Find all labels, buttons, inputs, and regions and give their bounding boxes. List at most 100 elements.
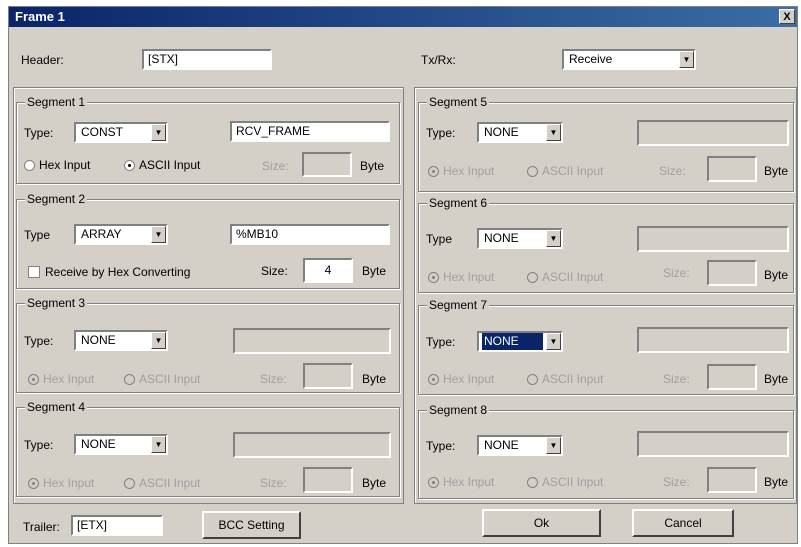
segment-7-type-select[interactable]: NONE ▼ [477,331,563,352]
segment-8-value-input [637,431,789,457]
hex-input-label: Hex Input [443,164,495,178]
size-label: Size: [663,372,690,386]
size-label: Size: [260,476,287,490]
segment-5-type-value: NONE [484,125,519,139]
segment-8-ascii-radio: ASCII Input [527,475,603,489]
radio-selected-icon [28,373,39,385]
type-label: Type: [24,438,54,452]
segment-3-value-input [233,328,391,354]
radio-selected-icon [428,373,439,385]
segment-5-type-select[interactable]: NONE ▼ [477,122,563,143]
segment-7-title: Segment 7 [427,298,490,312]
segment-8-size-input [707,467,757,493]
trailer-label: Trailer: [23,520,60,534]
byte-label: Byte [764,475,789,489]
chevron-down-icon[interactable]: ▼ [546,333,561,350]
byte-label: Byte [764,372,789,386]
radio-icon [124,477,135,489]
hex-input-label: Hex Input [43,372,95,386]
segment-1-type-value: CONST [81,125,123,139]
type-label: Type [426,232,453,246]
checkbox-icon [28,266,40,278]
segment-6-type-select[interactable]: NONE ▼ [477,228,563,249]
frame-dialog: Frame 1 X Header: [STX] Tx/Rx: Receive ▼… [8,6,798,544]
segment-8-type-select[interactable]: NONE ▼ [477,435,563,456]
segment-7-size-input [707,364,757,390]
radio-icon [527,271,538,283]
segment-1-size-input [302,152,352,177]
chevron-down-icon[interactable]: ▼ [679,51,694,68]
segment-1-value-input[interactable]: RCV_FRAME [230,121,390,142]
segment-1-type-select[interactable]: CONST ▼ [74,122,168,143]
chevron-down-icon[interactable]: ▼ [151,436,166,453]
segment-2-group: Segment 2 Type ARRAY ▼ %MB10 Receive by … [16,192,400,289]
byte-label: Byte [764,268,789,282]
chevron-down-icon[interactable]: ▼ [151,226,166,243]
radio-selected-icon [428,165,439,177]
segment-3-ascii-radio: ASCII Input [124,372,200,386]
ascii-input-label: ASCII Input [542,475,604,489]
radio-selected-icon [124,159,135,171]
segment-7-type-value: NONE [482,333,543,350]
ascii-input-label: ASCII Input [139,476,201,490]
segment-1-group: Segment 1 Type: CONST ▼ RCV_FRAME Hex In… [16,95,400,184]
segment-2-type-select[interactable]: ARRAY ▼ [74,224,168,245]
header-input[interactable]: [STX] [142,49,272,70]
chevron-down-icon[interactable]: ▼ [151,124,166,141]
segment-1-hex-radio[interactable]: Hex Input [24,158,90,172]
hex-input-label: Hex Input [443,475,495,489]
size-label: Size: [260,372,287,386]
segment-2-title: Segment 2 [25,192,88,206]
segment-4-value-input [233,432,391,458]
segment-3-group: Segment 3 Type: NONE ▼ Hex Input ASCII I… [16,296,400,393]
chevron-down-icon[interactable]: ▼ [546,124,561,141]
segment-7-hex-radio: Hex Input [428,372,494,386]
cancel-button[interactable]: Cancel [632,509,734,537]
segment-1-title: Segment 1 [25,95,88,109]
segment-4-ascii-radio: ASCII Input [124,476,200,490]
radio-selected-icon [428,271,439,283]
segment-6-hex-radio: Hex Input [428,270,494,284]
segment-5-ascii-radio: ASCII Input [527,164,603,178]
radio-icon [124,373,135,385]
byte-label: Byte [362,372,387,386]
window-title: Frame 1 [15,9,65,24]
segment-5-title: Segment 5 [427,95,490,109]
radio-icon [527,373,538,385]
size-label: Size: [659,164,686,178]
chevron-down-icon[interactable]: ▼ [151,332,166,349]
segment-7-value-input [637,327,789,353]
segment-7-ascii-radio: ASCII Input [527,372,603,386]
segment-6-size-input [707,260,757,286]
radio-selected-icon [428,476,439,488]
type-label: Type: [24,126,54,140]
txrx-select[interactable]: Receive ▼ [562,49,696,70]
ok-button[interactable]: Ok [482,509,601,537]
segment-2-size-input[interactable]: 4 [303,258,353,283]
trailer-input[interactable]: [ETX] [71,515,163,536]
txrx-value: Receive [569,52,613,66]
ascii-input-label: ASCII Input [542,270,604,284]
segment-3-size-input [303,363,353,389]
segment-3-type-select[interactable]: NONE ▼ [74,330,168,351]
segment-3-type-value: NONE [81,333,116,347]
bcc-setting-button[interactable]: BCC Setting [202,511,301,539]
segment-2-hex-convert-checkbox[interactable]: Receive by Hex Converting [28,265,190,279]
byte-label: Byte [360,159,385,173]
segment-8-group: Segment 8 Type: NONE ▼ Hex Input ASCII I… [418,403,794,499]
segment-6-type-value: NONE [484,231,519,245]
hex-input-label: Hex Input [43,476,95,490]
chevron-down-icon[interactable]: ▼ [546,230,561,247]
hex-input-label: Hex Input [443,270,495,284]
segment-6-value-input [637,226,789,252]
segment-5-value-input [637,120,789,146]
type-label: Type: [426,335,456,349]
segment-8-title: Segment 8 [427,403,490,417]
close-icon[interactable]: X [779,9,795,24]
segment-4-type-select[interactable]: NONE ▼ [74,434,168,455]
chevron-down-icon[interactable]: ▼ [546,437,561,454]
segment-4-type-value: NONE [81,437,116,451]
segment-1-ascii-radio[interactable]: ASCII Input [124,158,200,172]
segment-2-value-input[interactable]: %MB10 [230,224,390,245]
segment-2-type-value: ARRAY [81,227,122,241]
